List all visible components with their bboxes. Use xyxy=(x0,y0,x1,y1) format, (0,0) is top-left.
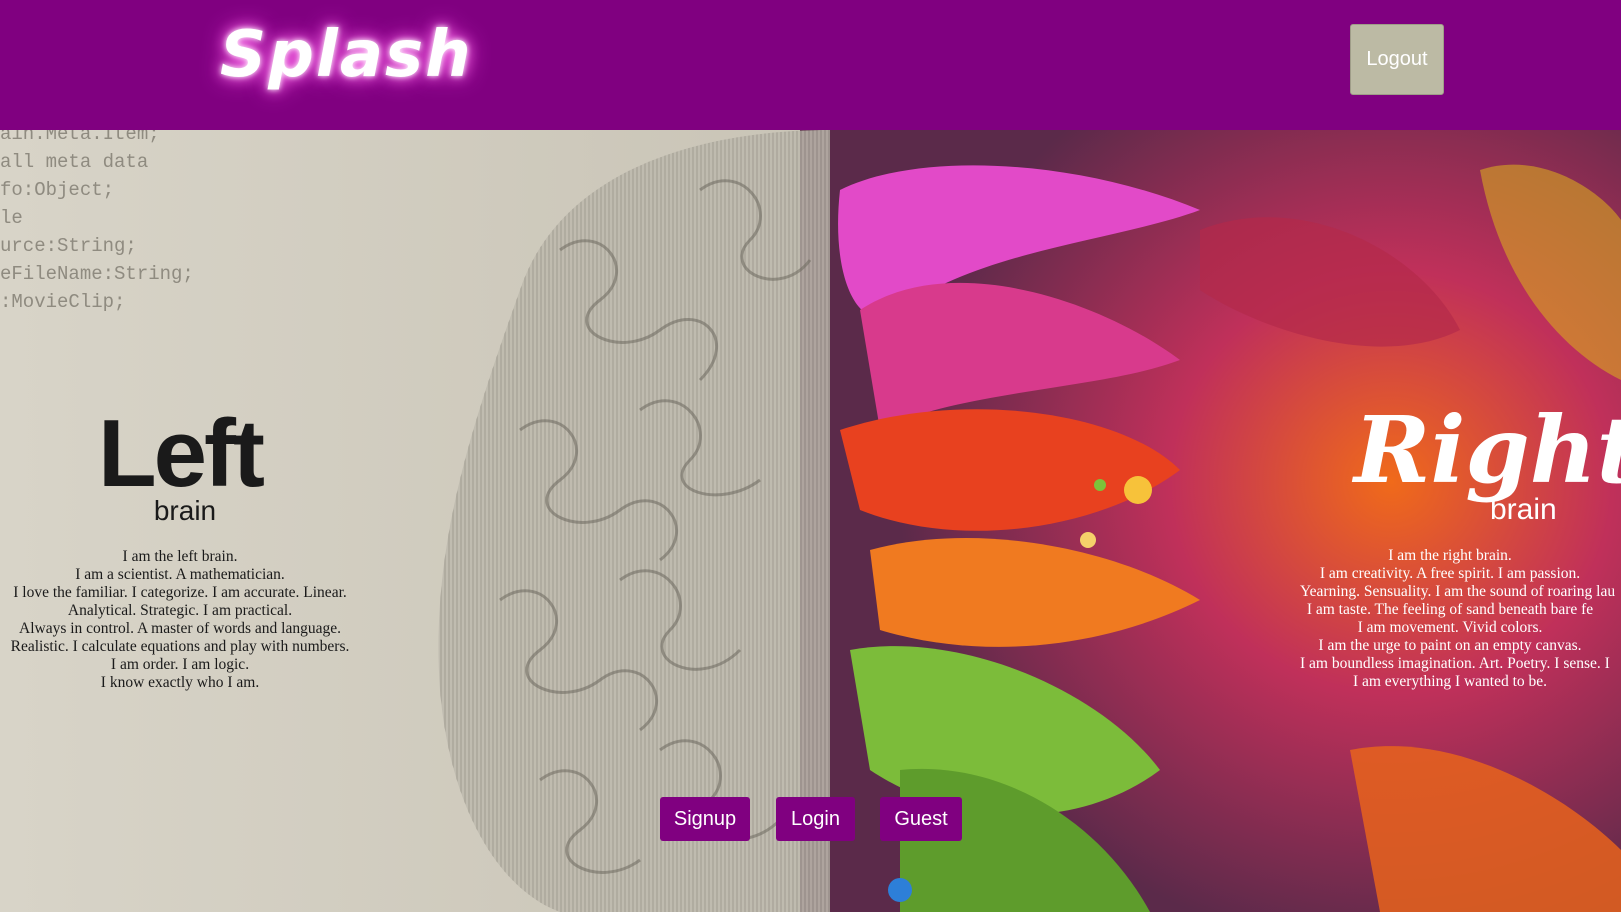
left-line: I am order. I am logic. xyxy=(110,656,250,673)
code-line: all meta data xyxy=(0,151,149,173)
code-background-text: ain.Meta.Item; all meta data fo:Object; … xyxy=(0,130,194,316)
code-line: :MovieClip; xyxy=(0,291,126,313)
right-line: I am creativity. A free spirit. I am pas… xyxy=(1319,565,1581,582)
left-line: I know exactly who I am. xyxy=(100,674,260,691)
left-brain-description: I am the left brain. I am a scientist. A… xyxy=(0,548,360,692)
right-line: I am the right brain. xyxy=(1388,547,1512,564)
left-brain-text: Left brain I am the left brain. I am a s… xyxy=(0,400,360,692)
code-line: fo:Object; xyxy=(0,179,115,201)
logout-button[interactable]: Logout xyxy=(1350,24,1444,95)
left-line: I love the familiar. I categorize. I am … xyxy=(13,584,347,601)
code-line: ain.Meta.Item; xyxy=(0,130,160,145)
left-brain-title: Left xyxy=(98,400,265,507)
left-line: I am the left brain. xyxy=(122,548,238,565)
left-brain-subtitle: brain xyxy=(153,495,217,526)
left-line: Realistic. I calculate equations and pla… xyxy=(10,638,350,655)
top-navbar: Splash Logout xyxy=(0,0,1621,130)
right-line: I am boundless imagination. Art. Poetry.… xyxy=(1300,655,1610,672)
right-brain-title: Right xyxy=(1354,396,1621,504)
login-button[interactable]: Login xyxy=(776,797,855,841)
app-logo[interactable]: Splash xyxy=(220,18,473,92)
right-brain-description: I am the right brain. I am creativity. A… xyxy=(1300,547,1616,691)
signup-button[interactable]: Signup xyxy=(660,797,750,841)
right-line: I am movement. Vivid colors. xyxy=(1357,619,1543,636)
right-line: Yearning. Sensuality. I am the sound of … xyxy=(1300,583,1616,600)
hero-brain-image: ain.Meta.Item; all meta data fo:Object; … xyxy=(0,130,1621,912)
guest-button[interactable]: Guest xyxy=(880,797,962,841)
left-line: Always in control. A master of words and… xyxy=(19,620,341,637)
right-line: I am taste. The feeling of sand beneath … xyxy=(1306,601,1594,618)
code-line: eFileName:String; xyxy=(0,263,194,285)
right-brain-text: Right brain I am the right brain. I am c… xyxy=(1300,396,1621,691)
code-line: urce:String; xyxy=(0,235,137,257)
left-line: Analytical. Strategic. I am practical. xyxy=(67,602,293,619)
right-line: I am the urge to paint on an empty canva… xyxy=(1318,637,1582,654)
code-line: le xyxy=(0,207,23,229)
right-line: I am everything I wanted to be. xyxy=(1352,673,1548,690)
left-line: I am a scientist. A mathematician. xyxy=(75,566,285,583)
